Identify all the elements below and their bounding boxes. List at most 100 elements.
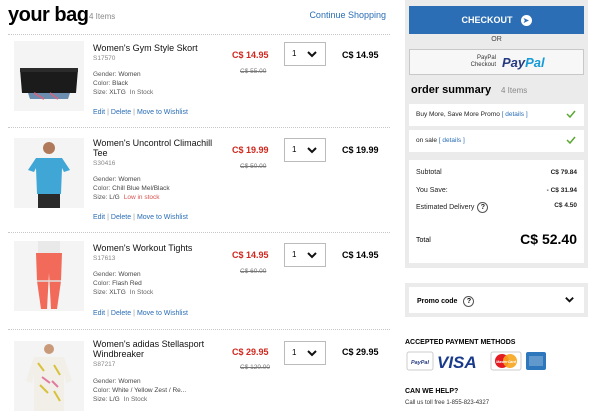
gender-value: Women	[118, 71, 141, 78]
cart-item: Women's Uncontrol Climachill Tee S30416 …	[8, 127, 390, 231]
promo-name: Buy More, Save More Promo	[416, 111, 500, 118]
item-sku: S17613	[93, 255, 116, 262]
mastercard-payment-icon: MasterCard	[490, 351, 522, 371]
size-label: Size:	[93, 89, 108, 96]
delete-link[interactable]: Delete	[111, 214, 131, 221]
move-to-wishlist-link[interactable]: Move to Wishlist	[137, 109, 188, 116]
paypal-logo-pal: Pal	[525, 55, 545, 70]
stock-status: In Stock	[129, 289, 154, 296]
color-value: Chill Blue Mel/Black	[112, 185, 170, 192]
visa-payment-icon: VISA	[437, 353, 477, 372]
delivery-value: C$ 4.50	[554, 202, 577, 209]
quantity-select[interactable]: 1	[284, 138, 326, 162]
promo-details-link[interactable]: [ details ]	[502, 111, 528, 118]
stock-status: Low in stock	[123, 194, 160, 201]
quantity-value: 1	[292, 348, 297, 357]
item-name[interactable]: Women's Uncontrol Climachill Tee	[93, 138, 213, 158]
paypal-logo: PayPal	[502, 55, 545, 70]
stock-status: In Stock	[123, 396, 148, 403]
item-actions: Edit | Delete | Move to Wishlist	[93, 214, 188, 221]
cart-page: your bag 4 Items Continue Shopping Women…	[0, 0, 595, 412]
help-title: CAN WE HELP?	[405, 388, 459, 395]
mastercard-text: MasterCard	[496, 360, 517, 364]
bag-header: your bag 4 Items Continue Shopping	[8, 4, 388, 28]
quantity-select[interactable]: 1	[284, 243, 326, 267]
item-name[interactable]: Women's Gym Style Skort	[93, 43, 213, 53]
checkout-label: CHECKOUT	[461, 15, 513, 25]
delete-link[interactable]: Delete	[111, 109, 131, 116]
check-icon	[566, 110, 576, 119]
grand-total-row: Total C$ 52.40	[416, 231, 577, 247]
check-icon	[566, 136, 576, 145]
tights-image[interactable]	[14, 241, 84, 311]
chevron-down-icon	[565, 297, 574, 303]
quantity-select[interactable]: 1	[284, 341, 326, 365]
size-value: L/G	[109, 396, 120, 403]
color-value: Black	[112, 80, 129, 87]
skort-image[interactable]	[14, 41, 84, 111]
chevron-down-icon	[307, 147, 317, 154]
bag-item-count: 4 Items	[89, 12, 116, 21]
gender-label: Gender:	[93, 71, 117, 78]
edit-link[interactable]: Edit	[93, 310, 105, 317]
paypal-checkout-label: PayPal Checkout	[470, 55, 496, 68]
order-summary-title: order summary	[411, 84, 492, 96]
line-total: C$ 19.99	[342, 145, 379, 155]
chevron-down-icon	[307, 51, 317, 58]
tee-image[interactable]	[14, 138, 84, 208]
paypal-checkout-button[interactable]: PayPal Checkout PayPal	[409, 49, 584, 75]
savings-value: - C$ 31.94	[546, 187, 577, 194]
edit-link[interactable]: Edit	[93, 214, 105, 221]
item-actions: Edit | Delete | Move to Wishlist	[93, 109, 188, 116]
payment-methods-title: ACCEPTED PAYMENT METHODS	[405, 339, 516, 346]
action-separator: |	[107, 214, 109, 221]
arrow-right-icon: ➤	[520, 15, 532, 27]
color-label: Color:	[93, 80, 111, 87]
size-label: Size:	[93, 194, 108, 201]
applied-promo-row: Buy More, Save More Promo [ details ]	[409, 104, 584, 126]
edit-link[interactable]: Edit	[93, 109, 105, 116]
checkout-button[interactable]: CHECKOUT ➤	[409, 6, 584, 34]
item-name[interactable]: Women's adidas Stellasport Windbreaker	[93, 339, 213, 359]
quantity-value: 1	[292, 49, 297, 58]
delete-link[interactable]: Delete	[111, 310, 131, 317]
move-to-wishlist-link[interactable]: Move to Wishlist	[137, 214, 188, 221]
item-name[interactable]: Women's Workout Tights	[93, 243, 213, 253]
continue-shopping-link[interactable]: Continue Shopping	[309, 10, 386, 20]
help-icon[interactable]: ?	[477, 202, 489, 213]
item-details: Gender: Women Color: White / Yellow Zest…	[93, 377, 186, 404]
chevron-down-icon	[307, 252, 317, 259]
item-details: Gender: Women Color: Black Size: XLTG In …	[93, 70, 153, 97]
delivery-row: Estimated Delivery? C$ 4.50	[416, 202, 577, 213]
gender-label: Gender:	[93, 378, 117, 385]
size-value: L/G	[109, 194, 120, 201]
cart-item: Women's Gym Style Skort S17570 Gender: W…	[8, 34, 390, 126]
cart-item: Women's Workout Tights S17613 Gender: Wo…	[8, 232, 390, 328]
move-to-wishlist-link[interactable]: Move to Wishlist	[137, 310, 188, 317]
original-price: C$ 60.00	[240, 268, 267, 275]
promo-code-label: Promo code	[417, 298, 458, 305]
windbreaker-image[interactable]	[14, 341, 84, 411]
action-separator: |	[133, 109, 135, 116]
delivery-label: Estimated Delivery	[416, 204, 475, 211]
help-icon[interactable]: ?	[463, 296, 475, 307]
promo-name: on sale	[416, 137, 437, 144]
size-label: Size:	[93, 396, 108, 403]
size-label: Size:	[93, 289, 108, 296]
total-label: Total	[416, 237, 431, 244]
original-price: C$ 50.00	[240, 163, 267, 170]
promo-details-link[interactable]: [ details ]	[439, 137, 465, 144]
size-value: XLTG	[109, 289, 126, 296]
color-label: Color:	[93, 185, 111, 192]
or-divider: OR	[491, 36, 502, 43]
quantity-select[interactable]: 1	[284, 42, 326, 66]
item-sku: S87217	[93, 361, 116, 368]
order-summary-count: 4 Items	[501, 86, 528, 95]
item-sku: S30416	[93, 160, 116, 167]
item-details: Gender: Women Color: Flash Red Size: XLT…	[93, 270, 153, 297]
quantity-value: 1	[292, 250, 297, 259]
stock-status: In Stock	[129, 89, 154, 96]
promo-code-toggle[interactable]: Promo code?	[409, 287, 584, 313]
subtotal-label: Subtotal	[416, 169, 442, 176]
gender-value: Women	[118, 176, 141, 183]
